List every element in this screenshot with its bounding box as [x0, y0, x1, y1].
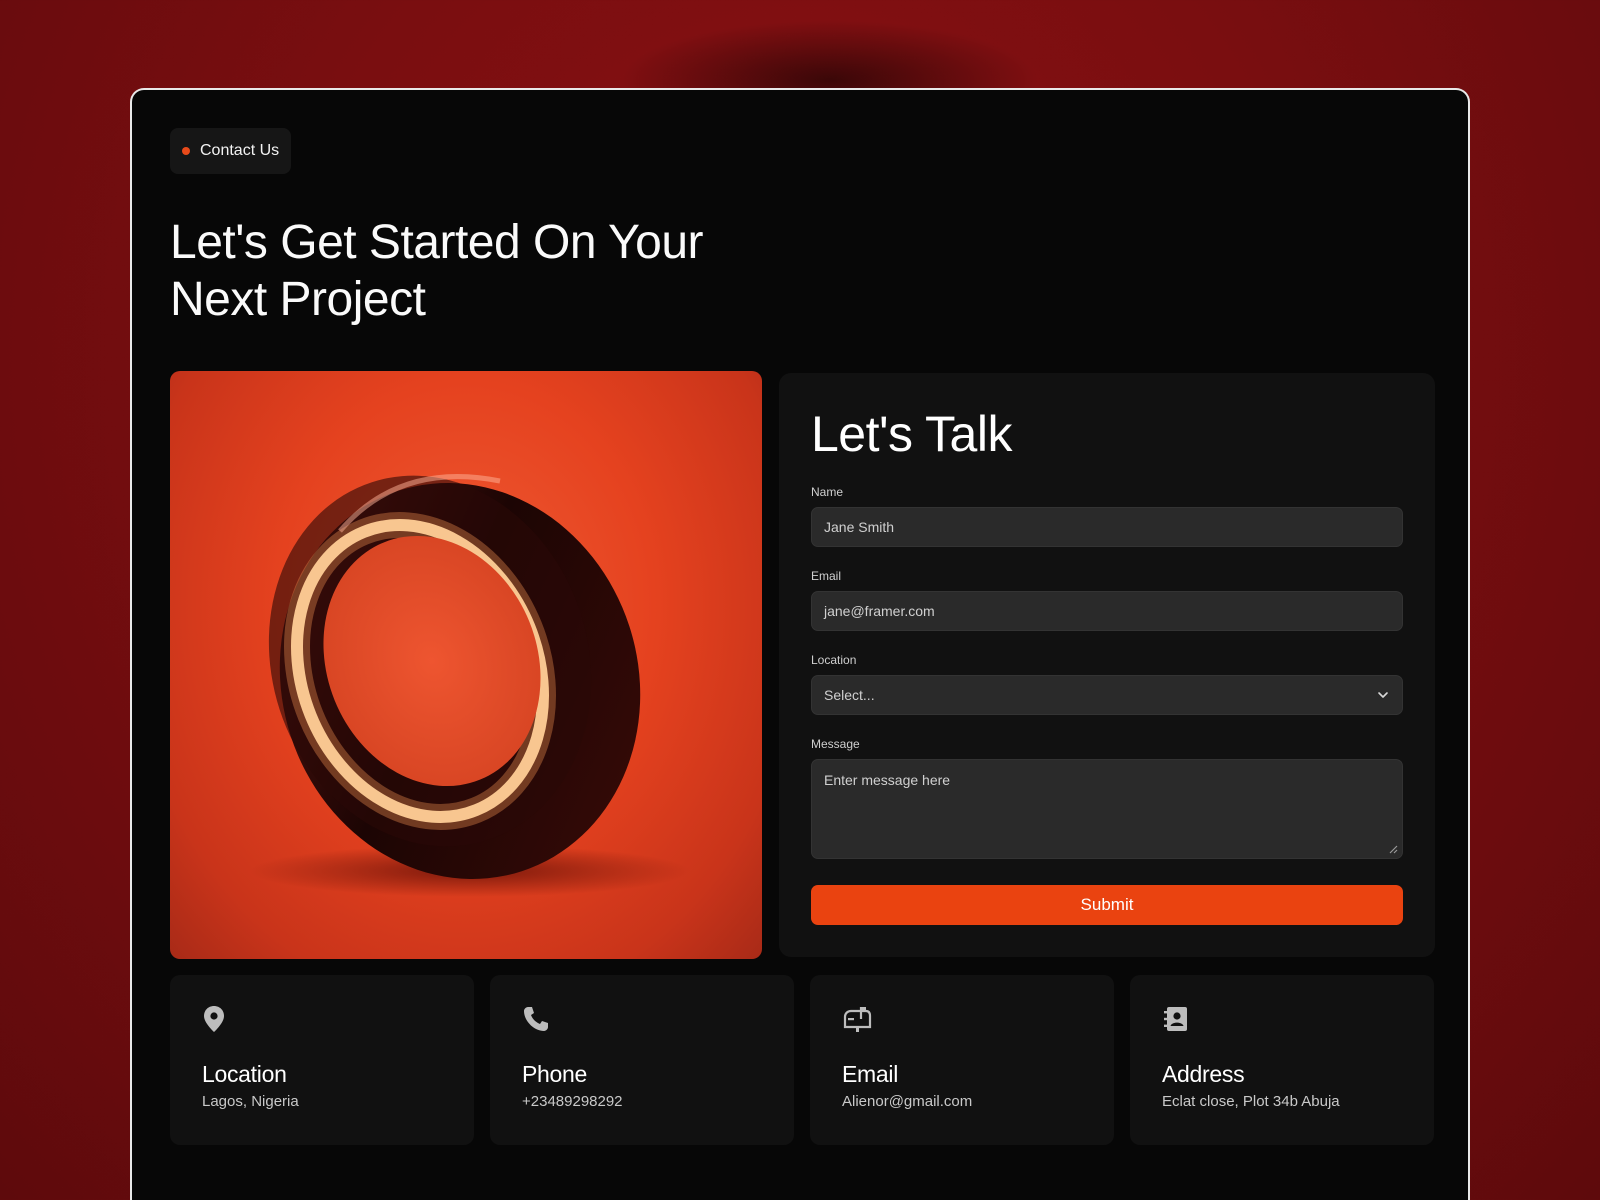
phone-icon — [524, 1007, 548, 1031]
info-title: Email — [842, 1061, 899, 1087]
contact-book-icon — [1164, 1007, 1187, 1031]
info-card-phone: Phone +23489298292 — [490, 975, 794, 1145]
name-placeholder: Jane Smith — [824, 519, 895, 535]
glowing-ring-illustration — [250, 474, 690, 897]
location-selected-value: Select... — [824, 687, 875, 703]
info-card-address: Address Eclat close, Plot 34b Abuja — [1130, 975, 1434, 1145]
badge-label: Contact Us — [200, 142, 280, 159]
headline-line-2: Next Project — [170, 273, 426, 326]
contact-form: Let's Talk Name Jane Smith Email jane@fr… — [779, 373, 1435, 957]
page-headline: Let's Get Started On Your Next Project — [170, 214, 850, 328]
form-title: Let's Talk — [811, 406, 1012, 462]
info-title: Location — [202, 1061, 287, 1087]
info-title: Phone — [522, 1061, 588, 1087]
info-value: Eclat close, Plot 34b Abuja — [1162, 1093, 1340, 1110]
email-placeholder: jane@framer.com — [824, 603, 935, 619]
message-placeholder: Enter message here — [824, 772, 951, 788]
email-label: Email — [811, 569, 842, 583]
resize-handle-icon[interactable] — [1388, 844, 1398, 854]
name-label: Name — [811, 485, 844, 499]
email-input[interactable]: jane@framer.com — [811, 591, 1403, 631]
info-card-location: Location Lagos, Nigeria — [170, 975, 474, 1145]
message-label: Message — [811, 737, 860, 751]
info-value: Lagos, Nigeria — [202, 1093, 299, 1110]
info-value: Alienor@gmail.com — [842, 1093, 973, 1110]
info-card-email: Email Alienor@gmail.com — [810, 975, 1114, 1145]
hero-image — [170, 371, 762, 959]
chevron-down-icon — [1378, 692, 1388, 698]
badge-dot-icon — [182, 147, 190, 155]
location-pin-icon — [204, 1006, 224, 1032]
info-value: +23489298292 — [522, 1093, 623, 1110]
contact-us-badge: Contact Us — [170, 128, 292, 174]
submit-button[interactable]: Submit — [811, 885, 1403, 925]
contact-page-frame: Contact Us Let's Get Started On Your Nex… — [130, 88, 1470, 1200]
name-input[interactable]: Jane Smith — [811, 507, 1403, 547]
headline-line-1: Let's Get Started On Your — [170, 216, 704, 269]
mailbox-icon — [843, 1007, 872, 1032]
location-label: Location — [811, 653, 857, 667]
location-select[interactable]: Select... — [811, 675, 1403, 715]
info-title: Address — [1162, 1061, 1245, 1087]
message-textarea[interactable]: Enter message here — [811, 759, 1403, 859]
